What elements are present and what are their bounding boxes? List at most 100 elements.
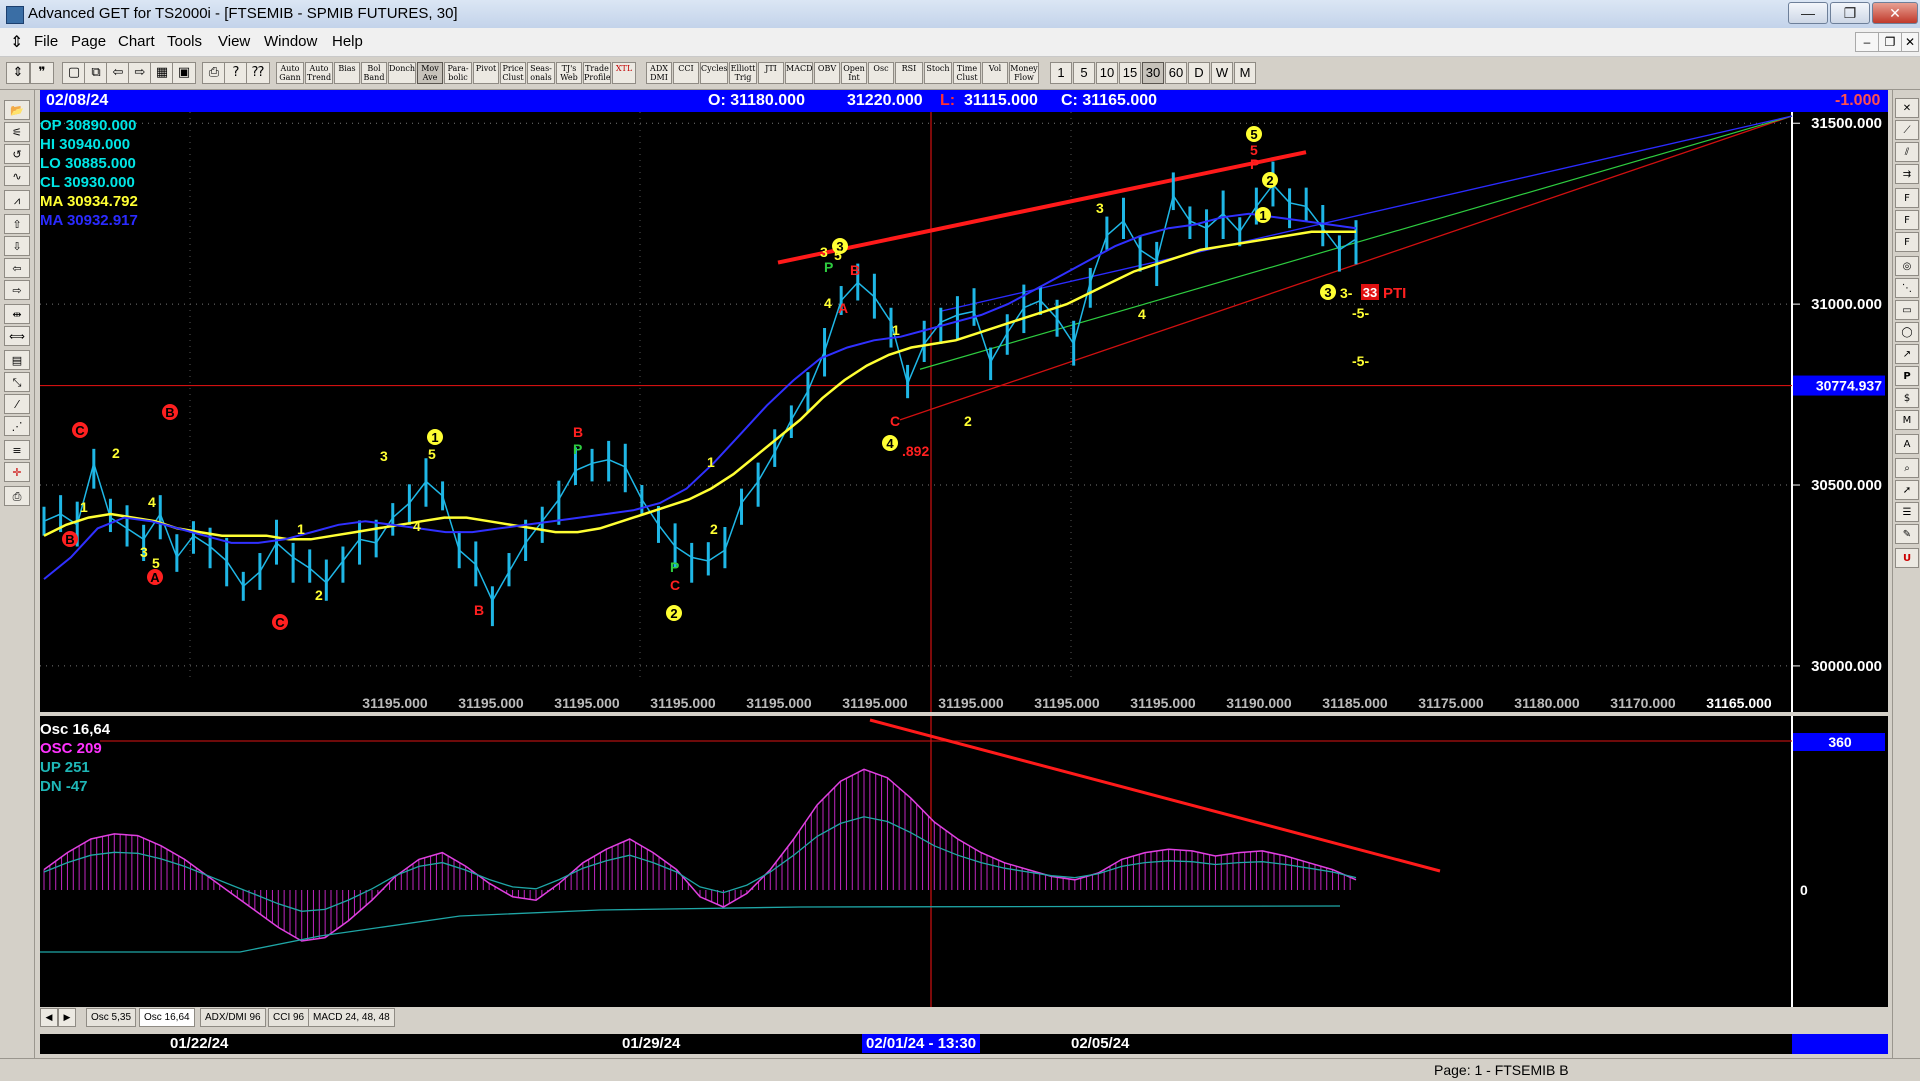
fan-icon[interactable]: ⋱ xyxy=(1895,278,1919,298)
tf-w[interactable]: W xyxy=(1211,62,1233,84)
arrow-tool-icon[interactable]: ↗ xyxy=(1895,344,1919,364)
tb-parabolic[interactable]: Para-bolic xyxy=(444,62,472,84)
study-icon[interactable]: ∿ xyxy=(4,166,30,186)
tb-xtl[interactable]: XTL xyxy=(612,62,636,84)
tb-cci[interactable]: CCI xyxy=(673,62,699,84)
fib-icon[interactable]: ≡ xyxy=(4,440,30,460)
menu-file[interactable]: File xyxy=(34,33,58,50)
menu-tools[interactable]: Tools xyxy=(167,33,202,50)
tb-jti[interactable]: JTI xyxy=(758,62,784,84)
mdi-restore-button[interactable]: ❐ xyxy=(1878,32,1902,52)
tb-elliott-trig[interactable]: Elliott Trig xyxy=(729,62,757,84)
tb-tjs-web[interactable]: TJ's Web xyxy=(556,62,582,84)
pointer-icon[interactable]: ➚ xyxy=(1895,480,1919,500)
tb-cycles[interactable]: Cycles xyxy=(700,62,728,84)
cross-out-icon[interactable]: ✕ xyxy=(1895,98,1919,118)
tf-10[interactable]: 10 xyxy=(1096,62,1118,84)
tb-mov-ave[interactable]: Mov Ave xyxy=(417,62,443,84)
tb-trade-profile[interactable]: Trade Profile xyxy=(583,62,611,84)
tf-5[interactable]: 5 xyxy=(1073,62,1095,84)
up-arrow-icon[interactable]: ⇧ xyxy=(4,214,30,234)
tb-vol[interactable]: Vol xyxy=(982,62,1008,84)
tb-obv[interactable]: OBV xyxy=(814,62,840,84)
gann-fan-icon[interactable]: ⋰ xyxy=(4,416,30,436)
menu-view[interactable]: View xyxy=(218,33,250,50)
fib-ext-icon[interactable]: F xyxy=(1895,210,1919,230)
tab-cci[interactable]: CCI 96 xyxy=(268,1008,310,1027)
fib-time-icon[interactable]: F xyxy=(1895,232,1919,252)
scale-icon[interactable]: ⤡ xyxy=(4,372,30,392)
menu-help[interactable]: Help xyxy=(332,33,363,50)
tb-seasonals[interactable]: Seas-onals xyxy=(527,62,555,84)
target-icon[interactable]: ◎ xyxy=(1895,256,1919,276)
tab-osc-16-64[interactable]: Osc 16,64 xyxy=(139,1008,195,1027)
back-icon[interactable]: ⇦ xyxy=(106,62,130,84)
pin-icon[interactable]: ⇕ xyxy=(10,32,23,52)
undo-icon[interactable]: U xyxy=(1895,548,1919,568)
gann-icon[interactable]: ⚟ xyxy=(4,122,30,142)
quote-icon[interactable]: ❞ xyxy=(30,62,54,84)
zoom-icon[interactable]: ⌕ xyxy=(1895,458,1919,478)
lines-icon[interactable]: ⁄ xyxy=(4,394,30,414)
context-help-icon[interactable]: ⁇ xyxy=(246,62,270,84)
minimize-button[interactable]: — xyxy=(1788,2,1828,24)
tab-scroll-left-icon[interactable]: ◀ xyxy=(40,1008,58,1027)
elliott-icon[interactable]: ⩘ xyxy=(4,190,30,210)
tb-price-clust[interactable]: Price Clust xyxy=(500,62,526,84)
tf-15[interactable]: 15 xyxy=(1119,62,1141,84)
tf-d[interactable]: D xyxy=(1188,62,1210,84)
trendline-icon[interactable]: ⟋ xyxy=(1895,120,1919,140)
tb-bias[interactable]: Bias xyxy=(334,62,360,84)
open-icon[interactable]: 📂 xyxy=(4,100,30,120)
menu-chart[interactable]: Chart xyxy=(118,33,155,50)
tab-osc-5-35[interactable]: Osc 5,35 xyxy=(86,1008,137,1027)
forward-icon[interactable]: ⇨ xyxy=(128,62,152,84)
tb-macd[interactable]: MACD xyxy=(785,62,813,84)
print-page-icon[interactable]: ⎙ xyxy=(4,486,30,506)
tf-m[interactable]: M xyxy=(1234,62,1256,84)
tb-pivot[interactable]: Pivot xyxy=(473,62,499,84)
tab-scroll-right-icon[interactable]: ▶ xyxy=(58,1008,76,1027)
tb-donch[interactable]: Donch xyxy=(388,62,416,84)
tb-open-int[interactable]: Open Int xyxy=(841,62,867,84)
tb-rsi[interactable]: RSI xyxy=(895,62,923,84)
menu-window[interactable]: Window xyxy=(264,33,317,50)
layout-icon[interactable]: ▣ xyxy=(172,62,196,84)
notes-icon[interactable]: ✎ xyxy=(1895,524,1919,544)
box-icon[interactable]: ▭ xyxy=(1895,300,1919,320)
grid-icon[interactable]: ▦ xyxy=(150,62,174,84)
ellipse-icon[interactable]: ◯ xyxy=(1895,322,1919,342)
text-tool-icon[interactable]: A xyxy=(1895,434,1919,454)
channel-icon[interactable]: ⫽ xyxy=(1895,142,1919,162)
parallel-icon[interactable]: ⇉ xyxy=(1895,164,1919,184)
compress-icon[interactable]: ⇹ xyxy=(4,304,30,324)
maximize-button[interactable]: ❐ xyxy=(1830,2,1870,24)
close-button[interactable]: ✕ xyxy=(1872,2,1918,24)
oscillator-pane[interactable]: 360 0 Osc 16,64 OSC 209 UP 251 DN -47 xyxy=(40,716,1888,1008)
expand-icon[interactable]: ⟺ xyxy=(4,326,30,346)
mdi-close-button[interactable]: ✕ xyxy=(1901,32,1919,52)
list-icon[interactable]: ☰ xyxy=(1895,502,1919,522)
fib-ret-icon[interactable]: F xyxy=(1895,188,1919,208)
price-chart-pane[interactable]: 31500.000 31000.000 30500.000 30000.000 3077… xyxy=(40,112,1888,712)
tb-adx-dmi[interactable]: ADX DMI xyxy=(646,62,672,84)
tab-adx-dmi[interactable]: ADX/DMI 96 xyxy=(200,1008,266,1027)
pti-icon[interactable]: P xyxy=(1895,366,1919,386)
reset-icon[interactable]: ↺ xyxy=(4,144,30,164)
pin-toolbar-icon[interactable]: ⇕ xyxy=(6,62,30,84)
tb-money-flow[interactable]: Money Flow xyxy=(1009,62,1039,84)
zoom-box-icon[interactable]: ▤ xyxy=(4,350,30,370)
new-page-icon[interactable]: ▢ xyxy=(62,62,86,84)
left-arrow-icon[interactable]: ⇦ xyxy=(4,258,30,278)
mdi-minimize-button[interactable]: – xyxy=(1855,32,1879,52)
tb-time-clust[interactable]: Time Clust xyxy=(953,62,981,84)
tb-auto-trend[interactable]: Auto Trend xyxy=(305,62,333,84)
tf-1[interactable]: 1 xyxy=(1050,62,1072,84)
tb-stoch[interactable]: Stoch xyxy=(924,62,952,84)
tb-bol-band[interactable]: Bol Band xyxy=(361,62,387,84)
tab-macd[interactable]: MACD 24, 48, 48 xyxy=(308,1008,395,1027)
menu-page[interactable]: Page xyxy=(71,33,106,50)
tf-60[interactable]: 60 xyxy=(1165,62,1187,84)
tf-30[interactable]: 30 xyxy=(1142,62,1164,84)
copy-icon[interactable]: ⧉ xyxy=(84,62,108,84)
